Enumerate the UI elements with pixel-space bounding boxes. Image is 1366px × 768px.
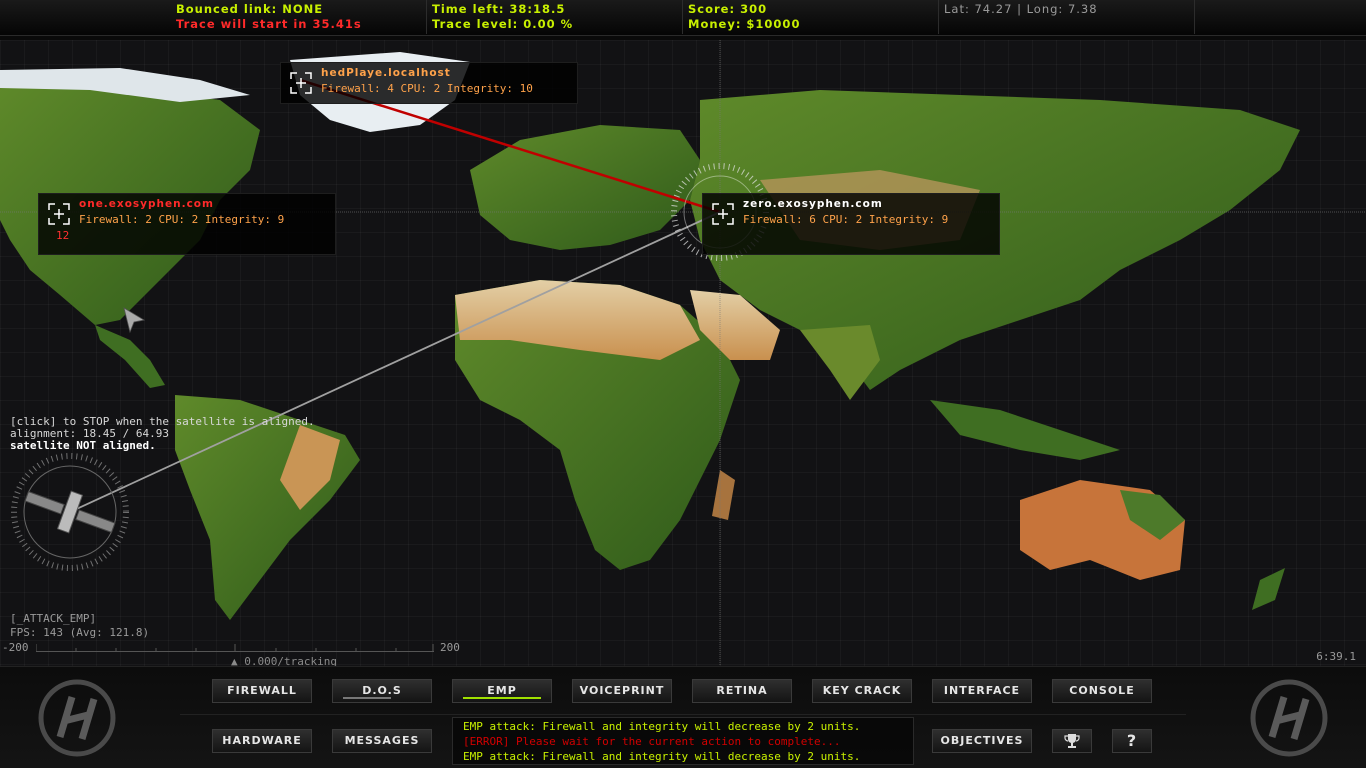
slider-max-label: 200 xyxy=(440,641,460,654)
hacker-h-logo-icon xyxy=(38,679,116,757)
top-status-bar: Bounced link: NONE Trace will start in 3… xyxy=(0,0,1366,36)
trophy-button[interactable] xyxy=(1052,729,1092,753)
node-one-panel[interactable]: one.exosyphen.com Firewall: 2 CPU: 2 Int… xyxy=(38,193,336,255)
lat-long-text: Lat: 74.27 | Long: 7.38 xyxy=(944,2,1098,16)
game-clock: 6:39.1 xyxy=(1316,650,1356,663)
console-line: [ERROR] Please wait for the current acti… xyxy=(463,735,841,748)
world-map[interactable]: hedPlaye.localhost Firewall: 4 CPU: 2 In… xyxy=(0,40,1366,666)
console-line: EMP attack: Firewall and integrity will … xyxy=(463,720,861,733)
crosshair-icon xyxy=(48,203,70,225)
hardware-button[interactable]: HARDWARE xyxy=(212,729,312,753)
mouse-cursor-icon xyxy=(123,307,146,334)
node-one-name: one.exosyphen.com xyxy=(79,198,214,210)
emp-button[interactable]: EMP xyxy=(452,679,552,703)
messages-button[interactable]: MESSAGES xyxy=(332,729,432,753)
emp-button-label: EMP xyxy=(487,684,517,697)
trophy-icon xyxy=(1064,734,1080,748)
alignment-hint: [click] to STOP when the satellite is al… xyxy=(10,416,315,452)
node-local-name: hedPlaye.localhost xyxy=(321,67,451,79)
help-button[interactable]: ? xyxy=(1112,729,1152,753)
interface-button[interactable]: INTERFACE xyxy=(932,679,1032,703)
hacker-h-logo-icon xyxy=(1250,679,1328,757)
node-one-counter: 12 xyxy=(56,229,70,242)
time-left-text: Time left: 38:18.5 xyxy=(432,2,566,16)
fps-label: FPS: 143 (Avg: 121.8) xyxy=(10,626,150,639)
dos-button[interactable]: D.O.S xyxy=(332,679,432,703)
satellite-compass xyxy=(11,453,129,571)
crosshair-icon xyxy=(712,203,734,225)
key-crack-button[interactable]: KEY CRACK xyxy=(812,679,912,703)
console-button[interactable]: CONSOLE xyxy=(1052,679,1152,703)
tracking-slider[interactable] xyxy=(36,644,434,652)
world-map-graphic xyxy=(0,40,1366,666)
attack-label: [_ATTACK_EMP] xyxy=(10,612,97,625)
firewall-button[interactable]: FIREWALL xyxy=(212,679,312,703)
score-panel: Score: 300 Money: $10000 xyxy=(682,0,937,34)
bounced-link-text: Bounced link: NONE xyxy=(176,2,324,16)
game-screen: Bounced link: NONE Trace will start in 3… xyxy=(0,0,1366,768)
emp-active-bar xyxy=(463,697,541,699)
coord-panel: Lat: 74.27 | Long: 7.38 xyxy=(938,0,1193,34)
hint-line-3: satellite NOT aligned. xyxy=(10,439,156,452)
trace-level-text: Trace level: 0.00 % xyxy=(432,17,574,31)
slider-ticks xyxy=(36,644,434,652)
console-line: EMP attack: Firewall and integrity will … xyxy=(463,750,861,763)
satellite-icon xyxy=(24,490,116,534)
dos-button-label: D.O.S xyxy=(362,684,402,697)
bottom-panel: FIREWALL D.O.S EMP VOICEPRINT RETINA KEY… xyxy=(0,666,1366,768)
retina-button[interactable]: RETINA xyxy=(692,679,792,703)
slider-min-label: -200 xyxy=(2,641,29,654)
voiceprint-button[interactable]: VOICEPRINT xyxy=(572,679,672,703)
money-text: Money: $10000 xyxy=(688,17,801,31)
message-console: EMP attack: Firewall and integrity will … xyxy=(452,717,914,765)
node-zero-name: zero.exosyphen.com xyxy=(743,198,883,210)
node-local-panel[interactable]: hedPlaye.localhost Firewall: 4 CPU: 2 In… xyxy=(280,62,578,104)
attack-status: [_ATTACK_EMP] FPS: 143 (Avg: 121.8) xyxy=(10,612,149,640)
time-panel: Time left: 38:18.5 Trace level: 0.00 % xyxy=(426,0,681,34)
node-one-stats: Firewall: 2 CPU: 2 Integrity: 9 xyxy=(79,213,285,226)
link-panel: Bounced link: NONE Trace will start in 3… xyxy=(170,0,425,34)
node-zero-stats: Firewall: 6 CPU: 2 Integrity: 9 xyxy=(743,213,949,226)
trace-countdown-text: Trace will start in 35.41s xyxy=(176,17,362,31)
node-local-stats: Firewall: 4 CPU: 2 Integrity: 10 xyxy=(321,82,533,95)
objectives-button[interactable]: OBJECTIVES xyxy=(932,729,1032,753)
dos-progress-bar xyxy=(343,697,391,699)
score-text: Score: 300 xyxy=(688,2,768,16)
tracking-readout: ▲ 0.000/tracking xyxy=(231,655,337,666)
crosshair-icon xyxy=(290,72,312,94)
node-zero-panel[interactable]: zero.exosyphen.com Firewall: 6 CPU: 2 In… xyxy=(702,193,1000,255)
